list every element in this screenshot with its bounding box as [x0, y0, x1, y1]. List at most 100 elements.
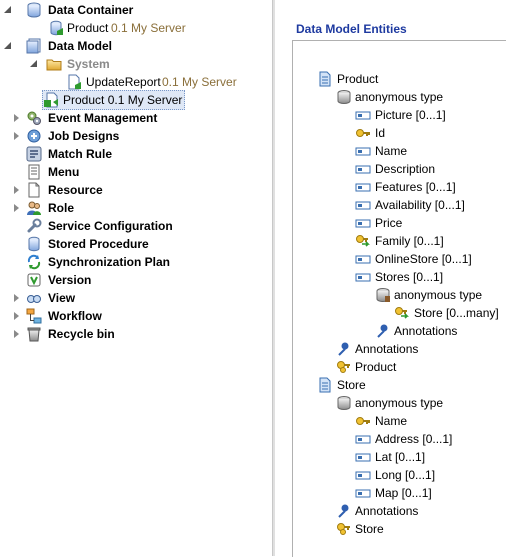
keys-icon	[337, 361, 350, 373]
collapsed-arrow-icon[interactable]	[14, 132, 19, 140]
view-icon	[27, 295, 41, 303]
repository-tree: Data Container Product 0.1 My Server Dat…	[0, 0, 272, 556]
element-label: Description	[375, 162, 436, 176]
pin-icon	[338, 342, 349, 356]
element-label: OnlineStore [0...1]	[375, 252, 472, 266]
tree-item-label: Synchronization Plan	[48, 255, 171, 269]
tree-item-label: UpdateReport	[86, 75, 161, 89]
tree-item-label: Product	[67, 21, 109, 35]
simple-element-icon	[355, 489, 371, 498]
pane-splitter[interactable]	[272, 0, 275, 556]
annotations-label: Annotations	[355, 342, 419, 356]
element-label: Name	[375, 414, 408, 428]
element-label: Price	[375, 216, 403, 230]
tree-item-label: Event Management	[48, 111, 158, 125]
tree-item-label: Role	[48, 201, 75, 215]
data-model-icon	[26, 38, 41, 54]
annotations-label: Annotations	[394, 324, 458, 338]
role-icon	[27, 201, 41, 215]
expanded-arrow-icon[interactable]	[4, 6, 11, 13]
tree-item-label: Version	[48, 273, 92, 287]
complex-type-icon	[337, 90, 351, 104]
pin-icon	[377, 324, 388, 338]
simple-element-icon	[355, 183, 371, 192]
simple-element-icon	[355, 471, 371, 480]
expanded-arrow-icon[interactable]	[4, 42, 11, 49]
tree-item-product-model-selected[interactable]: Product 0.1 My Server	[42, 90, 185, 110]
recycle-bin-icon	[27, 327, 41, 342]
tree-item-label: Data Container	[48, 3, 134, 17]
foreign-key-icon	[356, 235, 370, 247]
tree-item-label: Data Model	[48, 39, 113, 53]
element-label: Address [0...1]	[375, 432, 453, 446]
simple-element-icon	[355, 255, 371, 264]
tree-item-meta: 0.1 My Server	[162, 75, 237, 89]
menu-icon	[28, 164, 40, 180]
tree-item-label: Menu	[48, 165, 80, 179]
element-label: Id	[375, 126, 386, 140]
collapsed-arrow-icon[interactable]	[14, 294, 19, 302]
entity-icon	[319, 377, 331, 393]
element-label: Picture [0...1]	[375, 108, 446, 122]
pin-icon	[338, 504, 349, 518]
match-rule-icon	[26, 146, 42, 162]
type-label: anonymous type	[394, 288, 483, 302]
tree-item-label: Product 0.1 My Server	[63, 93, 183, 107]
element-label: Long [0...1]	[375, 468, 436, 482]
key-icon	[356, 129, 370, 137]
tree-item-label: System	[67, 57, 110, 71]
element-label: Family [0...1]	[375, 234, 444, 248]
key-label: Product	[355, 360, 397, 374]
collapsed-arrow-icon[interactable]	[14, 330, 19, 338]
element-label: Name	[375, 144, 408, 158]
data-model-entities-view: Data Model Entities Product anonymous ty…	[276, 0, 506, 557]
collapsed-arrow-icon[interactable]	[14, 186, 19, 194]
tree-item-label: Service Configuration	[48, 219, 173, 233]
simple-element-icon	[355, 219, 371, 228]
collapsed-arrow-icon[interactable]	[14, 114, 19, 122]
tree-item-label: Workflow	[48, 309, 102, 323]
version-icon	[27, 273, 41, 287]
foreign-key-icon	[395, 307, 409, 319]
simple-element-icon	[355, 435, 371, 444]
gears-icon	[27, 111, 41, 125]
section-title: Data Model Entities	[296, 22, 407, 36]
entity-label: Product	[337, 72, 379, 86]
collapsed-arrow-icon[interactable]	[14, 312, 19, 320]
folder-icon	[46, 59, 62, 71]
tree-item-label: Stored Procedure	[48, 237, 149, 251]
expanded-arrow-icon[interactable]	[30, 60, 37, 67]
simple-element-icon	[355, 147, 371, 156]
element-label: Availability [0...1]	[375, 198, 465, 212]
job-designs-icon	[27, 129, 41, 143]
tree-item-label: View	[48, 291, 76, 305]
complex-type-icon	[337, 396, 351, 410]
collapsed-arrow-icon[interactable]	[14, 204, 19, 212]
key-icon	[356, 417, 370, 425]
tree-item-label: Job Designs	[48, 129, 120, 143]
element-label: Lat [0...1]	[375, 450, 426, 464]
locked-document-icon	[44, 92, 58, 108]
tree-item-label: Resource	[48, 183, 103, 197]
document-icon	[68, 74, 81, 90]
simple-element-icon	[355, 201, 371, 210]
workflow-icon	[26, 308, 42, 324]
key-label: Store	[355, 522, 384, 536]
wrench-icon	[27, 218, 42, 233]
tree-item-label: Match Rule	[48, 147, 113, 161]
entity-label: Store	[337, 378, 366, 392]
keys-icon	[337, 523, 350, 535]
resource-icon	[28, 182, 40, 198]
tree-item-label: Recycle bin	[48, 327, 115, 341]
simple-element-icon	[355, 165, 371, 174]
element-label: Map [0...1]	[375, 486, 432, 500]
element-label: Stores [0...1]	[375, 270, 444, 284]
simple-element-icon	[355, 453, 371, 462]
sync-icon	[27, 254, 41, 270]
entity-icon	[319, 71, 331, 87]
annotations-label: Annotations	[355, 504, 419, 518]
database-icon	[50, 20, 63, 36]
entities-tree: Product anonymous type Picture [0...1] I…	[292, 40, 506, 557]
stored-procedure-icon	[28, 236, 40, 252]
tree-item-meta: 0.1 My Server	[111, 21, 186, 35]
